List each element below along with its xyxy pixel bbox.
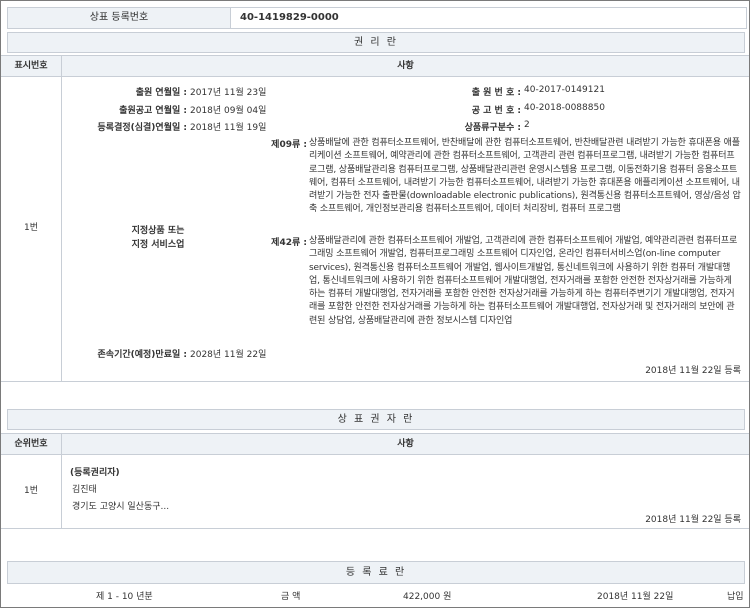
- fee-period: 제 1 - 10 년분: [96, 592, 153, 602]
- pub-number-label: 공 고 번 호 :: [471, 106, 521, 116]
- pub-date-label: 출원공고 연월일 :: [119, 106, 187, 116]
- pub-date-value: 2018년 09월 04일: [190, 106, 267, 116]
- fee-status: 납입: [727, 592, 744, 602]
- designated-goods-label-line2: 지정 서비스업: [131, 240, 185, 250]
- owner-role: (등록권리자): [70, 468, 120, 478]
- class-count-value: 2: [524, 120, 530, 130]
- col-description: 사항: [397, 61, 414, 71]
- fee-date: 2018년 11월 22일: [597, 592, 674, 602]
- rights-registration-note: 2018년 11월 22일 등록: [645, 366, 741, 376]
- decision-date-label: 등록결정(심결)연월일 :: [97, 123, 187, 133]
- owner-section-header: 상 표 권 자 란: [7, 409, 745, 430]
- designated-goods-label: 지정상품 또는 지정 서비스업: [113, 224, 203, 252]
- rights-body: 1번 출원 연월일 : 2017년 11월 23일 출 원 번 호 : 40-2…: [1, 76, 749, 382]
- col-rank-number: 순위번호: [1, 434, 62, 454]
- expiry-value: 2028년 11월 22일: [190, 350, 267, 360]
- expiry-label: 존속기간(예정)만료일 :: [97, 350, 187, 360]
- class-09-label: 제09류 :: [271, 140, 307, 150]
- class-09-entry: 제09류 : 상품배달에 관한 컴퓨터소프트웨어, 반찬배달에 관한 컴퓨터소프…: [271, 137, 741, 217]
- owner-name: 김진태: [72, 485, 97, 495]
- designated-goods-label-line1: 지정상품 또는: [131, 226, 185, 236]
- reg-number-label: 상표 등록번호: [8, 8, 231, 28]
- owner-address: 경기도 고양시 일산동구...: [72, 502, 170, 512]
- reg-number-bar: 상표 등록번호 40-1419829-0000: [7, 7, 747, 29]
- pub-number-value: 40-2018-0088850: [524, 103, 605, 113]
- register-document: 상표 등록번호 40-1419829-0000 권 리 란 표시번호 사항 1번…: [0, 0, 750, 608]
- class-42-text: 상품배달관리에 관한 컴퓨터소프트웨어 개발업, 고객관리에 관한 컴퓨터소프트…: [309, 236, 738, 326]
- reg-number-value: 40-1419829-0000: [240, 12, 339, 23]
- owner-registration-note: 2018년 11월 22일 등록: [645, 515, 741, 525]
- owner-row-number: 1번: [1, 454, 62, 528]
- class-09-text: 상품배달에 관한 컴퓨터소프트웨어, 반찬배달에 관한 컴퓨터소프트웨어, 반찬…: [309, 138, 741, 215]
- owner-column-header: 순위번호 사항: [1, 433, 749, 455]
- col-owner-description: 사항: [397, 439, 414, 449]
- class-42-entry: 제42류 : 상품배달관리에 관한 컴퓨터소프트웨어 개발업, 고객관리에 관한…: [271, 235, 741, 328]
- fee-amount: 422,000 원: [403, 592, 452, 602]
- app-number-value: 40-2017-0149121: [524, 85, 605, 95]
- fee-amount-label: 금 액: [281, 592, 301, 602]
- app-date-label: 출원 연월일 :: [135, 88, 187, 98]
- fee-section-header: 등 록 료 란: [7, 561, 745, 584]
- owner-body: 1번 (등록권리자) 김진태 경기도 고양시 일산동구... 2018년 11월…: [1, 454, 749, 529]
- rights-row-number: 1번: [1, 76, 62, 381]
- class-42-label: 제42류 :: [271, 238, 307, 248]
- decision-date-value: 2018년 11월 19일: [190, 123, 267, 133]
- rights-column-header: 표시번호 사항: [1, 55, 749, 77]
- app-date-value: 2017년 11월 23일: [190, 88, 267, 98]
- class-count-label: 상품류구분수 :: [464, 123, 521, 133]
- fee-row: 제 1 - 10 년분 금 액 422,000 원 2018년 11월 22일 …: [1, 585, 749, 605]
- rights-section-header: 권 리 란: [7, 32, 745, 53]
- app-number-label: 출 원 번 호 :: [471, 88, 521, 98]
- col-display-number: 표시번호: [1, 56, 62, 76]
